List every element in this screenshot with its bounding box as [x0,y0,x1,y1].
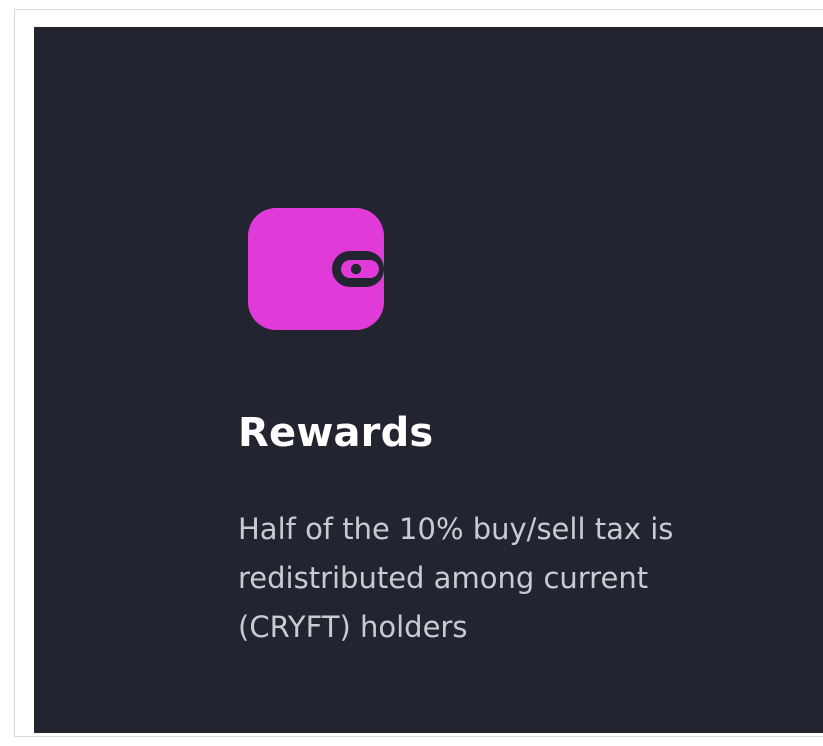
card-title: Rewards [238,410,434,456]
wallet-icon [248,208,384,330]
rewards-feature-card: Rewards Half of the 10% buy/sell tax is … [34,27,823,733]
card-description: Half of the 10% buy/sell tax is redistri… [238,512,674,644]
